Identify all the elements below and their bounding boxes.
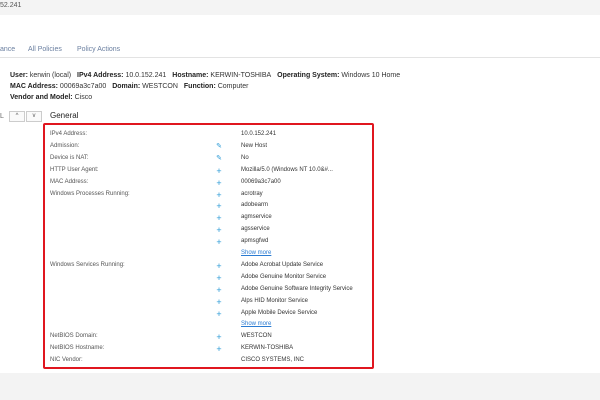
property-label: Admission: xyxy=(50,142,80,149)
tab-compliance[interactable]: ance xyxy=(0,46,15,53)
property-row: Show more xyxy=(50,320,370,331)
property-row: IPv4 Address: 10.0.152.241 xyxy=(50,130,370,141)
plus-icon[interactable]: + xyxy=(214,297,224,307)
plus-icon[interactable]: + xyxy=(214,273,224,283)
property-row: NIC Vendor: CISCO SYSTEMS, INC xyxy=(50,356,370,367)
property-row: Windows Services Running: + Adobe Acrobat … xyxy=(50,261,370,272)
edit-icon[interactable]: ✎ xyxy=(214,154,224,164)
os-key: Operating System: xyxy=(277,72,340,79)
tab-bar: ance All Policies Policy Actions xyxy=(0,40,600,58)
hostname-key: Hostname: xyxy=(172,72,209,79)
property-label: NetBIOS Domain: xyxy=(50,333,98,340)
property-label: NetBIOS Hostname: xyxy=(50,345,105,352)
edit-icon[interactable]: ✎ xyxy=(214,142,224,152)
scroll-down-button[interactable]: v xyxy=(26,111,42,122)
property-label: Windows Processes Running: xyxy=(50,190,130,197)
property-value: 10.0.152.241 xyxy=(241,131,277,137)
property-row: + adobearm xyxy=(50,201,370,212)
scroll-up-button[interactable]: ^ xyxy=(9,111,25,122)
domain-value: WESTCON xyxy=(142,83,178,90)
address-bar: 52.241 xyxy=(0,0,600,15)
function-key: Function: xyxy=(183,83,216,90)
property-value: agmservice xyxy=(241,214,272,221)
plus-icon[interactable]: + xyxy=(214,225,224,235)
vendor-value: Cisco xyxy=(74,94,93,101)
property-value: 00069a3c7a00 xyxy=(241,178,281,185)
plus-icon[interactable]: + xyxy=(214,309,224,319)
property-label: Windows Services Running: xyxy=(50,261,125,268)
property-row: Admission: ✎ New Host xyxy=(50,142,370,153)
user-value: kerwin (local) xyxy=(29,72,72,79)
property-row: Windows Processes Running: + acrotray xyxy=(50,190,370,201)
property-row: + Adobe Genuine Monitor Service xyxy=(50,273,370,284)
plus-icon[interactable]: + xyxy=(214,332,224,342)
property-value: No xyxy=(241,154,249,161)
show-more-link[interactable]: Show more xyxy=(241,321,271,327)
property-value: Apple Mobile Device Service xyxy=(241,309,318,316)
plus-icon[interactable]: + xyxy=(214,285,224,295)
property-row: + Apple Mobile Device Service xyxy=(50,309,370,320)
ipv4-value: 10.0.152.241 xyxy=(125,72,167,79)
page-indicator: L xyxy=(0,113,4,120)
property-row: Device is NAT: ✎ No xyxy=(50,154,370,165)
property-value: acrotray xyxy=(241,190,263,197)
vendor-key: Vendor and Model: xyxy=(10,94,73,101)
tab-all-policies[interactable]: All Policies xyxy=(28,46,62,53)
address-fragment: 52.241 xyxy=(0,2,22,9)
host-summary: User: kerwin (local) IPv4 Address: 10.0.… xyxy=(10,70,590,103)
property-value: Adobe Genuine Monitor Service xyxy=(241,273,327,280)
property-label: HTTP User Agent: xyxy=(50,166,99,173)
property-label: Device is NAT: xyxy=(50,154,89,161)
property-label: MAC Address: xyxy=(50,178,89,185)
property-value: agsservice xyxy=(241,226,270,233)
plus-icon[interactable]: + xyxy=(214,344,224,354)
property-row: NetBIOS Hostname: + KERWIN-TOSHIBA xyxy=(50,344,370,355)
function-value: Computer xyxy=(217,83,249,90)
property-value: apmsgfwd xyxy=(241,238,269,245)
domain-key: Domain: xyxy=(112,83,141,90)
property-value: New Host xyxy=(241,142,268,149)
property-row: + agsservice xyxy=(50,225,370,236)
property-row: + Adobe Genuine Software Integrity Servic… xyxy=(50,285,370,296)
plus-icon[interactable]: + xyxy=(214,213,224,223)
property-value: CISCO SYSTEMS, INC xyxy=(241,357,305,364)
plus-icon[interactable]: + xyxy=(214,178,224,188)
property-label: IPv4 Address: xyxy=(50,131,88,137)
property-value: WESTCON xyxy=(241,333,272,340)
property-value: Alps HID Monitor Service xyxy=(241,297,309,304)
property-label: NIC Vendor: xyxy=(50,357,83,364)
mac-value: 00069a3c7a00 xyxy=(59,83,107,90)
plus-icon[interactable]: + xyxy=(214,166,224,176)
property-value: Adobe Acrobat Update Service xyxy=(241,261,324,268)
property-row: NetBIOS Domain: + WESTCON xyxy=(50,332,370,343)
tab-policy-actions[interactable]: Policy Actions xyxy=(77,46,120,53)
plus-icon[interactable]: + xyxy=(214,237,224,247)
plus-icon[interactable]: + xyxy=(214,201,224,211)
property-row: Show more xyxy=(50,249,370,260)
property-row: HTTP User Agent: + Mozilla/5.0 (Windows NT… xyxy=(50,166,370,177)
user-key: User: xyxy=(10,72,28,79)
property-row: MAC Address: +00069a3c7a00 xyxy=(50,178,370,189)
property-row: + apmsgfwd xyxy=(50,237,370,248)
property-row: + agmservice xyxy=(50,213,370,224)
os-value: Windows 10 Home xyxy=(341,72,401,79)
ipv4-key: IPv4 Address: xyxy=(77,72,124,79)
show-more-link[interactable]: Show more xyxy=(241,250,271,256)
hostname-value: KERWIN-TOSHIBA xyxy=(210,72,272,79)
property-value: Mozilla/5.0 (Windows NT 10.0&#... xyxy=(241,166,333,173)
plus-icon[interactable]: + xyxy=(214,261,224,271)
property-value: Adobe Genuine Software Integrity Service xyxy=(241,285,353,292)
panel-title: General xyxy=(50,111,79,120)
property-row: + Alps HID Monitor Service xyxy=(50,297,370,308)
property-value: adobearm xyxy=(241,202,269,209)
plus-icon[interactable]: + xyxy=(214,190,224,200)
mac-key: MAC Address: xyxy=(10,83,58,90)
footer-bar xyxy=(0,373,600,400)
property-value: KERWIN-TOSHIBA xyxy=(241,345,294,352)
